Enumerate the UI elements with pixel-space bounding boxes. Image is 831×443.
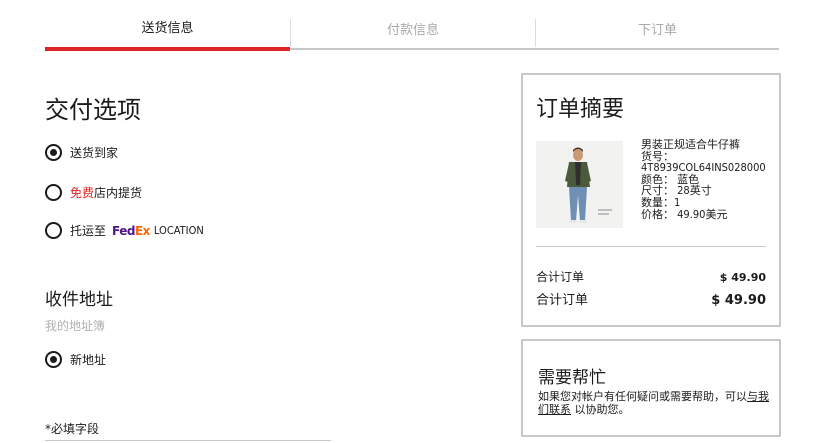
step-tab-payment[interactable]: 付款信息 [290,19,535,47]
step-label: 送货信息 [141,21,194,36]
subtotal-row: 合计订单 $ 49.90 [536,268,766,285]
option-label: 托运至 [70,224,107,238]
shipping-address-title: 收件地址 [45,290,113,310]
location-label: LOCATION [153,224,204,237]
help-title: 需要帮忙 [538,368,606,388]
option-label: 送货到家 [70,146,119,160]
checkout-steps: 送货信息 付款信息 下订单 [45,0,779,51]
radio-button-checked[interactable] [45,144,62,161]
address-book-link[interactable]: 我的地址簿 [45,317,105,334]
total-value: $ 49.90 [711,293,766,308]
fedex-logo: FedEx [112,223,150,238]
total-label: 合计订单 [536,293,589,308]
product-details: 男装正规适合牛仔裤 货号： 4T8939COL64INS028000 颜色： 蓝… [641,139,766,220]
product-image[interactable] [536,141,623,228]
order-summary-panel: 订单摘要 男装正规适合牛仔裤 货号： 4T8939COL64INS028000 [521,73,781,327]
option-label: 店内提货 [94,186,143,200]
input-underline [45,440,331,441]
product-photo-icon [536,141,623,228]
radio-button[interactable] [45,184,62,201]
delivery-options-title: 交付选项 [45,96,141,124]
product-price: 价格： 49.90美元 [641,207,728,221]
delivery-option-fedex[interactable]: 托运至 FedEx LOCATION [45,222,204,239]
product-quantity: 数量：1 [641,195,681,209]
radio-button-checked[interactable] [45,351,62,368]
step-label: 付款信息 [386,23,439,38]
subtotal-value: $ 49.90 [719,271,766,284]
step-tab-shipping[interactable]: 送货信息 [45,0,290,47]
active-step-indicator [45,47,290,51]
delivery-option-store-pickup[interactable]: 免费 店内提货 [45,184,142,201]
total-row: 合计订单 $ 49.90 [536,289,766,308]
required-fields-note: *必填字段 [45,422,100,436]
step-label: 下订单 [637,23,677,38]
help-text: 如果您对帐户有任何疑问或需要帮助，可以与我们联系 以协助您。 [538,390,769,416]
new-address-option[interactable]: 新地址 [45,351,106,368]
step-tab-place-order[interactable]: 下订单 [535,19,779,47]
order-summary-title: 订单摘要 [536,97,625,122]
summary-divider [536,246,766,247]
help-panel: 需要帮忙 如果您对帐户有任何疑问或需要帮助，可以与我们联系 以协助您。 [521,339,781,437]
option-label: 新地址 [70,353,107,367]
product-name: 男装正规适合牛仔裤 [641,138,740,151]
subtotal-label: 合计订单 [536,270,585,284]
delivery-option-home[interactable]: 送货到家 [45,144,118,161]
free-badge-text: 免费 [70,186,95,200]
radio-button[interactable] [45,222,62,239]
